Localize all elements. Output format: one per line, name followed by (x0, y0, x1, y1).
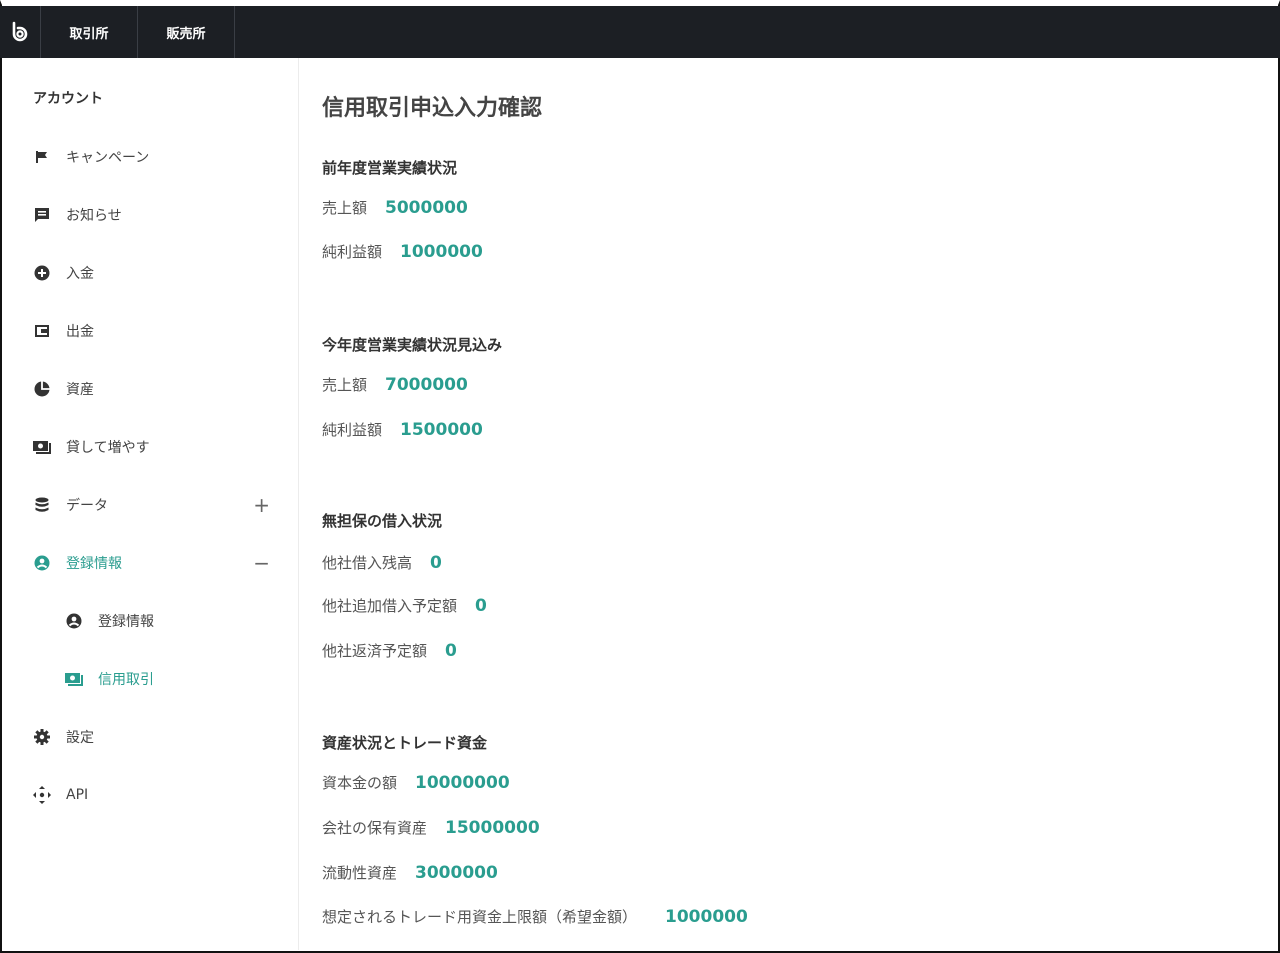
sidebar-item-label: 信用取引 (98, 672, 154, 688)
sidebar-item-api[interactable]: API (33, 782, 288, 808)
sidebar-subitem-margin-trading[interactable]: 信用取引 (65, 666, 265, 692)
section-title: 資産状況とトレード資金 (322, 734, 488, 752)
section-title: 今年度営業実績状況見込み (322, 336, 503, 354)
message-icon (33, 206, 51, 224)
field-label: 売上額 (322, 199, 368, 217)
field-row: 想定されるトレード用資金上限額（希望金額） 1000000 (322, 906, 748, 927)
sidebar-item-campaign[interactable]: キャンペーン (33, 144, 288, 170)
sidebar-item-registration[interactable]: 登録情報 − (33, 550, 288, 576)
field-row: 売上額 7000000 (322, 374, 468, 395)
field-row: 純利益額 1500000 (322, 419, 483, 440)
field-label: 資本金の額 (322, 774, 398, 792)
sidebar-item-label: 登録情報 (66, 556, 122, 572)
field-row: 他社返済予定額 0 (322, 640, 457, 661)
field-value: 0 (475, 596, 487, 616)
tab-exchange[interactable]: 取引所 (41, 6, 138, 58)
field-label: 流動性資産 (322, 864, 398, 882)
field-value: 0 (445, 641, 457, 661)
sidebar-item-deposit[interactable]: 入金 (33, 260, 288, 286)
database-icon (33, 496, 51, 514)
top-navigation-bar: 取引所 販売所 (0, 6, 1280, 58)
flag-icon (33, 148, 51, 166)
field-label: 他社返済予定額 (322, 642, 428, 660)
sidebar-item-withdraw[interactable]: 出金 (33, 318, 288, 344)
field-row: 他社借入残高 0 (322, 552, 442, 573)
sidebar-item-label: キャンペーン (66, 150, 150, 166)
gear-icon (33, 728, 51, 746)
pie-chart-icon (33, 380, 51, 398)
sidebar-item-label: データ (66, 498, 108, 514)
field-value: 15000000 (445, 818, 540, 838)
sidebar-item-label: 資産 (66, 382, 94, 398)
collapse-icon[interactable]: − (253, 551, 270, 575)
field-label: 純利益額 (322, 243, 383, 261)
brand-logo[interactable] (0, 6, 41, 58)
user-circle-icon (65, 612, 83, 630)
field-label: 他社借入残高 (322, 554, 413, 572)
field-value: 1500000 (400, 420, 483, 440)
sidebar-item-label: お知らせ (66, 208, 122, 224)
cash-icon (65, 670, 83, 688)
field-label: 想定されるトレード用資金上限額（希望金額） (322, 908, 638, 926)
field-row: 売上額 5000000 (322, 197, 468, 218)
field-value: 7000000 (385, 375, 468, 395)
sidebar-item-label: 出金 (66, 324, 94, 340)
section-title: 無担保の借入状況 (322, 512, 443, 530)
sidebar-item-label: API (66, 787, 89, 803)
field-label: 他社追加借入予定額 (322, 597, 458, 615)
field-label: 会社の保有資産 (322, 819, 428, 837)
sidebar-subitem-registration[interactable]: 登録情報 (65, 608, 265, 634)
sidebar-item-notifications[interactable]: お知らせ (33, 202, 288, 228)
sidebar-item-assets[interactable]: 資産 (33, 376, 288, 402)
field-row: 流動性資産 3000000 (322, 862, 498, 883)
field-label: 純利益額 (322, 421, 383, 439)
sidebar-item-label: 設定 (66, 730, 94, 746)
sidebar-heading-account: アカウント (33, 91, 103, 107)
brand-logo-icon (12, 21, 28, 42)
api-icon (33, 786, 51, 804)
expand-icon[interactable]: + (253, 493, 270, 517)
field-value: 0 (430, 553, 442, 573)
section-title: 前年度営業実績状況 (322, 159, 458, 177)
sidebar-item-lending[interactable]: 貸して増やす (33, 434, 288, 460)
field-row: 他社追加借入予定額 0 (322, 595, 487, 616)
sidebar: アカウント キャンペーン お知らせ 入金 出金 資産 貸して増やす データ + … (2, 58, 299, 950)
field-row: 会社の保有資産 15000000 (322, 817, 540, 838)
field-value: 1000000 (665, 907, 748, 927)
cash-icon (33, 438, 51, 456)
page-title: 信用取引申込入力確認 (322, 96, 543, 121)
sidebar-item-label: 登録情報 (98, 614, 154, 630)
user-circle-icon (33, 554, 51, 572)
sidebar-item-settings[interactable]: 設定 (33, 724, 288, 750)
plus-circle-icon (33, 264, 51, 282)
sidebar-item-label: 入金 (66, 266, 94, 282)
field-row: 資本金の額 10000000 (322, 772, 510, 793)
sidebar-item-label: 貸して増やす (66, 440, 150, 456)
field-row: 純利益額 1000000 (322, 241, 483, 262)
field-label: 売上額 (322, 376, 368, 394)
field-value: 10000000 (415, 773, 510, 793)
field-value: 3000000 (415, 863, 498, 883)
sidebar-item-data[interactable]: データ + (33, 492, 288, 518)
field-value: 5000000 (385, 198, 468, 218)
wallet-icon (33, 322, 51, 340)
field-value: 1000000 (400, 242, 483, 262)
tab-sales-office[interactable]: 販売所 (138, 6, 235, 58)
